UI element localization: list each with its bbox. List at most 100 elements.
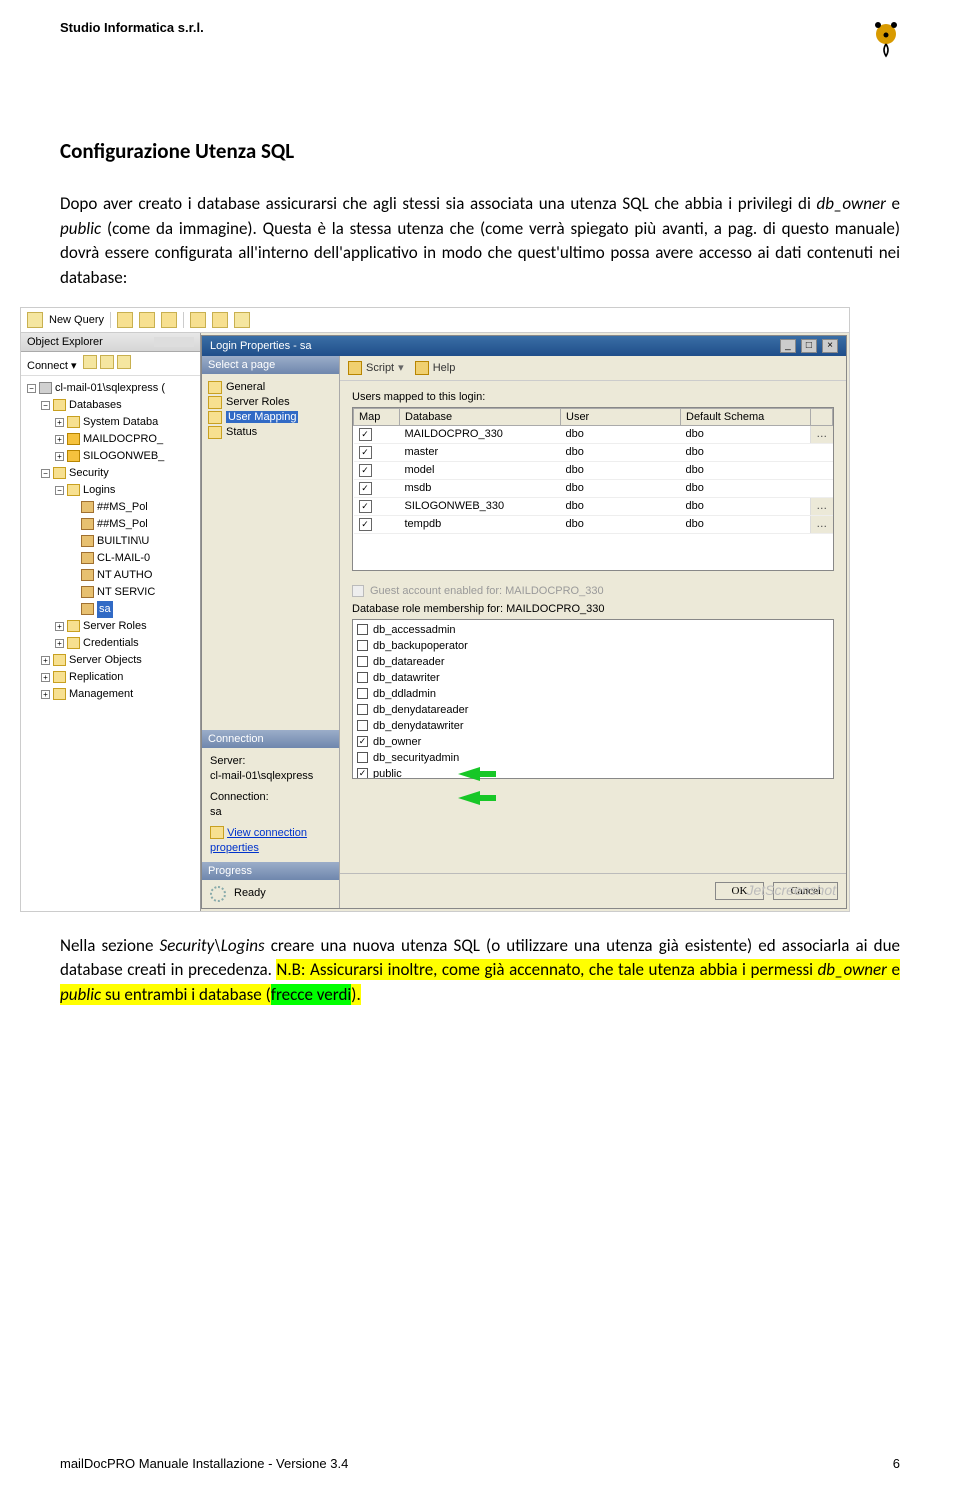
map-checkbox[interactable]: [354, 425, 400, 443]
page-user-mapping[interactable]: User Mapping: [206, 410, 335, 425]
role-item[interactable]: db_datareader: [373, 654, 445, 670]
cell[interactable]: dbo: [681, 515, 811, 533]
cell[interactable]: dbo: [681, 425, 811, 443]
ellipsis-button[interactable]: …: [811, 425, 833, 443]
toolbar-icon[interactable]: [139, 312, 155, 328]
map-checkbox[interactable]: [354, 497, 400, 515]
users-mapped-grid[interactable]: Map Database User Default Schema MAILDOC…: [352, 407, 834, 571]
role-checkbox[interactable]: [357, 720, 368, 731]
map-checkbox[interactable]: [354, 479, 400, 497]
cell[interactable]: dbo: [561, 515, 681, 533]
connect-dropdown[interactable]: Connect ▾: [27, 360, 77, 372]
col-user[interactable]: User: [561, 408, 681, 425]
cell[interactable]: tempdb: [400, 515, 561, 533]
tree-item[interactable]: MAILDOCPRO_: [83, 431, 163, 448]
tree-item[interactable]: Server Roles: [83, 618, 147, 635]
tree-logins[interactable]: Logins: [83, 482, 115, 499]
role-checkbox[interactable]: [357, 752, 368, 763]
toolbar-icon[interactable]: [100, 355, 114, 369]
toolbar-icon[interactable]: [117, 312, 133, 328]
roles-listbox[interactable]: db_accessadmin db_backupoperator db_data…: [352, 619, 834, 779]
toolbar-icon[interactable]: [212, 312, 228, 328]
tree-item[interactable]: CL-MAIL-0: [97, 550, 150, 567]
role-item[interactable]: db_ddladmin: [373, 686, 436, 702]
toolbar-icon[interactable]: [83, 355, 97, 369]
object-explorer-tree[interactable]: −cl-mail-01\sqlexpress ( −Databases +Sys…: [21, 376, 200, 707]
tree-item[interactable]: SILOGONWEB_: [83, 448, 164, 465]
view-connection-properties-link[interactable]: View connection properties: [210, 827, 307, 854]
cell[interactable]: dbo: [561, 479, 681, 497]
role-item[interactable]: db_datawriter: [373, 670, 440, 686]
role-item[interactable]: db_denydatawriter: [373, 718, 464, 734]
new-query-icon[interactable]: [27, 312, 43, 328]
server-value: cl-mail-01\sqlexpress: [210, 769, 331, 784]
col-map[interactable]: Map: [354, 408, 400, 425]
role-checkbox[interactable]: [357, 704, 368, 715]
cell[interactable]: dbo: [561, 497, 681, 515]
cell[interactable]: master: [400, 443, 561, 461]
tree-server[interactable]: cl-mail-01\sqlexpress (: [55, 380, 165, 397]
page-server-roles[interactable]: Server Roles: [206, 395, 335, 410]
toolbar-icon[interactable]: [190, 312, 206, 328]
tree-item[interactable]: NT SERVIC: [97, 584, 155, 601]
ellipsis-button[interactable]: …: [811, 497, 833, 515]
ellipsis-button[interactable]: …: [811, 515, 833, 533]
role-checkbox[interactable]: [357, 656, 368, 667]
cell[interactable]: model: [400, 461, 561, 479]
map-checkbox[interactable]: [354, 461, 400, 479]
cell[interactable]: dbo: [561, 443, 681, 461]
col-database[interactable]: Database: [400, 408, 561, 425]
tree-item[interactable]: System Databa: [83, 414, 158, 431]
cell[interactable]: dbo: [681, 497, 811, 515]
maximize-icon[interactable]: □: [801, 339, 817, 353]
cell[interactable]: SILOGONWEB_330: [400, 497, 561, 515]
col-schema[interactable]: Default Schema: [681, 408, 811, 425]
role-checkbox[interactable]: [357, 688, 368, 699]
cell[interactable]: MAILDOCPRO_330: [400, 425, 561, 443]
role-checkbox[interactable]: [357, 640, 368, 651]
tree-item-sa[interactable]: sa: [97, 601, 113, 618]
role-item-public[interactable]: public: [373, 766, 402, 779]
toolbar-icon[interactable]: [117, 355, 131, 369]
cell[interactable]: dbo: [681, 479, 811, 497]
role-checkbox[interactable]: [357, 672, 368, 683]
role-checkbox[interactable]: [357, 736, 368, 747]
tree-item[interactable]: ##MS_Pol: [97, 516, 148, 533]
cell[interactable]: dbo: [681, 461, 811, 479]
tree-item[interactable]: Server Objects: [69, 652, 142, 669]
script-dropdown[interactable]: Script: [366, 362, 394, 374]
tree-item[interactable]: Replication: [69, 669, 123, 686]
company-logo-icon: [872, 20, 900, 58]
tree-item[interactable]: Credentials: [83, 635, 139, 652]
tree-item[interactable]: Management: [69, 686, 133, 703]
role-item[interactable]: db_denydatareader: [373, 702, 468, 718]
new-query-button[interactable]: New Query: [49, 314, 104, 326]
help-button[interactable]: Help: [433, 362, 456, 374]
login-icon: [81, 535, 94, 547]
page-status[interactable]: Status: [206, 425, 335, 440]
tree-item[interactable]: BUILTIN\U: [97, 533, 149, 550]
role-checkbox[interactable]: [357, 624, 368, 635]
page-general[interactable]: General: [206, 380, 335, 395]
cell[interactable]: dbo: [561, 425, 681, 443]
close-icon[interactable]: ×: [822, 339, 838, 353]
map-checkbox[interactable]: [354, 443, 400, 461]
role-checkbox[interactable]: [357, 768, 368, 779]
cell[interactable]: dbo: [561, 461, 681, 479]
panel-pin-icon[interactable]: [154, 337, 194, 347]
tree-item[interactable]: ##MS_Pol: [97, 499, 148, 516]
role-item[interactable]: db_accessadmin: [373, 622, 456, 638]
cell[interactable]: dbo: [681, 443, 811, 461]
toolbar-icon[interactable]: [234, 312, 250, 328]
tree-databases[interactable]: Databases: [69, 397, 122, 414]
map-checkbox[interactable]: [354, 515, 400, 533]
minimize-icon[interactable]: _: [780, 339, 796, 353]
page-icon: [208, 396, 222, 409]
cell[interactable]: msdb: [400, 479, 561, 497]
toolbar-icon[interactable]: [161, 312, 177, 328]
tree-item[interactable]: NT AUTHO: [97, 567, 152, 584]
role-item[interactable]: db_backupoperator: [373, 638, 468, 654]
tree-security[interactable]: Security: [69, 465, 109, 482]
role-item[interactable]: db_securityadmin: [373, 750, 459, 766]
role-item-db-owner[interactable]: db_owner: [373, 734, 421, 750]
